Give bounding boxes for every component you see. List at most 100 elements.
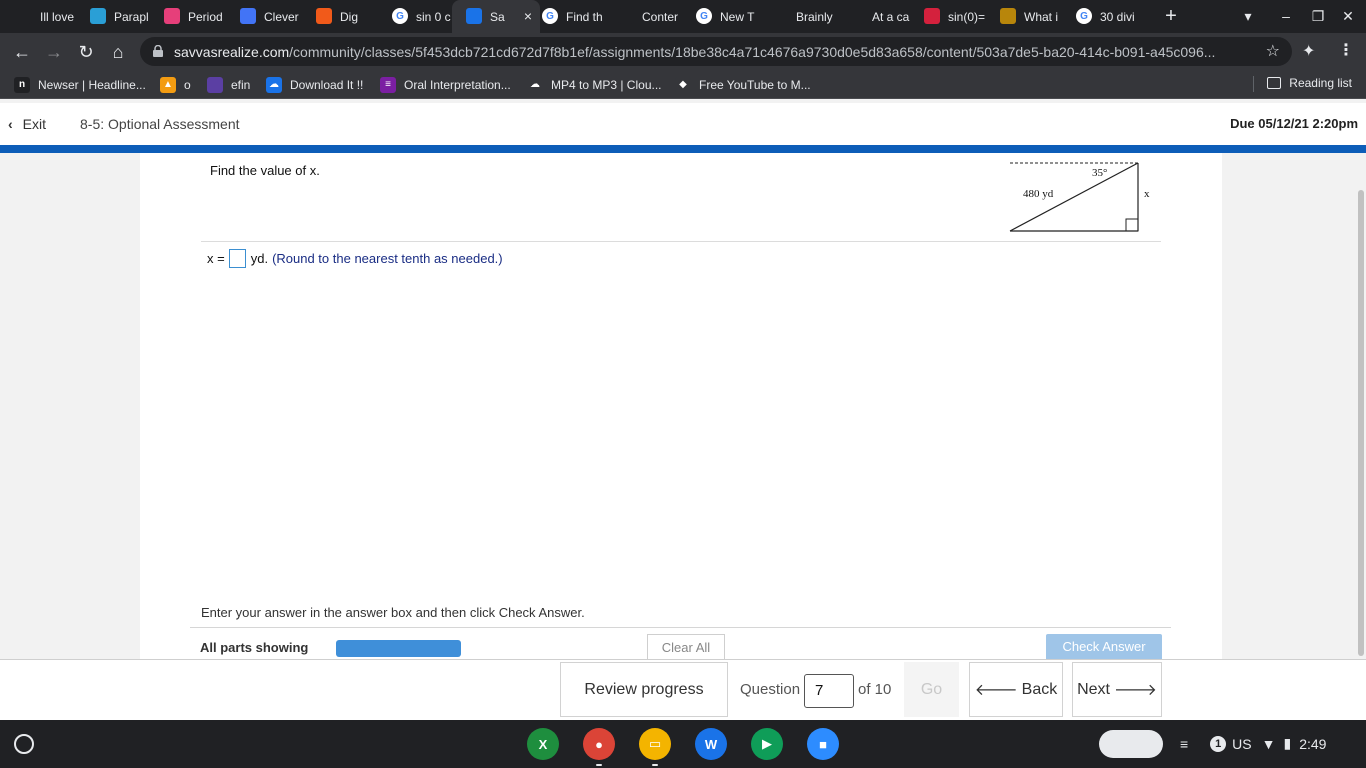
- back-arrow-icon[interactable]: ←: [10, 40, 34, 64]
- browser-tab[interactable]: Dig: [302, 0, 380, 33]
- google-icon: G: [392, 8, 408, 24]
- browser-tab[interactable]: Gsin 0 c: [378, 0, 456, 33]
- brainly-icon: [848, 8, 864, 24]
- forward-arrow-icon[interactable]: →: [42, 40, 66, 64]
- savvas-icon: [466, 8, 482, 24]
- browser-tab[interactable]: Sa ×: [452, 0, 540, 33]
- bookmark-item[interactable]: ▲ o: [160, 76, 191, 93]
- reload-icon[interactable]: ↻: [74, 40, 98, 64]
- question-number-input[interactable]: 7: [804, 674, 854, 708]
- notification-badge[interactable]: 1: [1210, 735, 1227, 752]
- clever-icon: [240, 8, 256, 24]
- bookmark-label: Oral Interpretation...: [404, 77, 511, 92]
- content-icon: [618, 8, 634, 24]
- tab-strip: + ▾ – ❐ ✕ Ill love Parapl Period Clever Dig G…: [0, 0, 1366, 33]
- browser-tab[interactable]: Parapl: [76, 0, 154, 33]
- browser-tab[interactable]: Conter: [604, 0, 682, 33]
- brainly-icon: [772, 8, 788, 24]
- bookmark-item[interactable]: ☁ MP4 to MP3 | Clou...: [527, 76, 662, 93]
- zoom-app-icon[interactable]: ■: [807, 728, 839, 760]
- battery-icon: ▮: [1283, 735, 1292, 751]
- bookmark-label: MP4 to MP3 | Clou...: [551, 77, 662, 92]
- back-button[interactable]: 🡐 Back: [969, 662, 1063, 717]
- url-text: savvasrealize.com/community/classes/5f45…: [174, 44, 1254, 60]
- reading-list-icon: [1267, 77, 1282, 89]
- bookmark-item[interactable]: ≡ Oral Interpretation...: [380, 76, 511, 93]
- browser-tab[interactable]: What i: [986, 0, 1064, 33]
- bookmark-label: Free YouTube to M...: [699, 77, 811, 92]
- exit-label: Exit: [22, 116, 47, 132]
- minimize-icon[interactable]: –: [1276, 6, 1296, 26]
- sheets-app-icon[interactable]: X: [527, 728, 559, 760]
- tab-search-icon[interactable]: ▾: [1238, 6, 1258, 26]
- bookmark-item[interactable]: efin: [207, 76, 250, 93]
- next-button[interactable]: Next 🡒: [1072, 662, 1162, 717]
- launcher-icon[interactable]: [14, 734, 34, 754]
- header-accent-bar: [0, 145, 1366, 153]
- bookmark-star-icon[interactable]: ☆: [1266, 41, 1280, 61]
- home-icon[interactable]: ⌂: [106, 40, 130, 64]
- right-gutter: [1222, 153, 1366, 659]
- chrome-app-icon[interactable]: ●: [583, 728, 615, 760]
- more-menu-icon[interactable]: ⋮: [1338, 40, 1354, 60]
- parts-progress-bar: [336, 640, 461, 657]
- list-icon: ≡: [380, 76, 396, 93]
- due-date: Due 05/12/21 2:20pm: [1230, 116, 1358, 131]
- bookmarks-bar: n Newser | Headline... ▲ o efin ☁ Download It …: [0, 70, 1366, 99]
- close-window-icon[interactable]: ✕: [1338, 6, 1358, 26]
- soundcloud-icon: [316, 8, 332, 24]
- browser-tab[interactable]: G Find th: [528, 0, 606, 33]
- bookmark-label: o: [184, 77, 191, 92]
- left-gutter: [0, 153, 140, 659]
- newser-icon: n: [14, 76, 30, 93]
- browser-tab[interactable]: G New T: [682, 0, 760, 33]
- running-indicator: [652, 764, 658, 766]
- browser-tab[interactable]: Brainly: [758, 0, 836, 33]
- media-controls-icon[interactable]: ≡: [1180, 736, 1188, 752]
- bookmark-icon: ▲: [160, 76, 176, 93]
- bookmark-icon: [207, 76, 223, 93]
- url-host: savvasrealize.com: [174, 44, 290, 60]
- phone-hub-pill[interactable]: [1099, 730, 1163, 758]
- answer-unit: yd.: [250, 251, 269, 266]
- instruction-text: Enter your answer in the answer box and …: [201, 605, 585, 620]
- arrow-left-icon: 🡐: [974, 682, 1018, 699]
- right-angle-marker: [1125, 218, 1139, 232]
- bookmark-item[interactable]: ◆ Free YouTube to M...: [675, 76, 811, 93]
- browser-tab[interactable]: At a ca: [834, 0, 912, 33]
- slides-app-icon[interactable]: ▭: [639, 728, 671, 760]
- answer-input[interactable]: [228, 249, 246, 268]
- bookmarks-divider: [1253, 76, 1254, 92]
- clear-all-button[interactable]: Clear All: [647, 634, 725, 659]
- page-scrollbar[interactable]: [1358, 190, 1364, 656]
- site-info-icon[interactable]: [152, 45, 164, 57]
- review-progress-button[interactable]: Review progress: [560, 662, 728, 717]
- hypotenuse-label: 480 yd: [1023, 188, 1054, 200]
- browser-tab[interactable]: Period: [150, 0, 228, 33]
- clock: 2:49: [1299, 735, 1327, 752]
- play-store-app-icon[interactable]: ▶: [751, 728, 783, 760]
- bookmark-item[interactable]: n Newser | Headline...: [14, 76, 146, 93]
- browser-tab[interactable]: Clever: [226, 0, 304, 33]
- reading-list-button[interactable]: Reading list: [1267, 76, 1352, 90]
- browser-tab[interactable]: sin(0)=: [910, 0, 988, 33]
- globe-icon: G: [696, 8, 712, 24]
- go-button[interactable]: Go: [904, 662, 959, 717]
- next-label: Next: [1077, 680, 1110, 698]
- system-tray[interactable]: ≡ 1 US ▼ ▮ 2:49: [1180, 735, 1326, 752]
- cloud-icon: ☁: [527, 76, 543, 93]
- check-answer-button[interactable]: Check Answer: [1046, 634, 1162, 659]
- browser-tab[interactable]: G 30 divi: [1062, 0, 1140, 33]
- browser-tab[interactable]: Ill love: [2, 0, 80, 33]
- bookmark-item[interactable]: ☁ Download It !!: [266, 76, 363, 93]
- address-bar[interactable]: savvasrealize.com/community/classes/5f45…: [140, 37, 1292, 66]
- exit-button[interactable]: ‹ Exit: [8, 116, 46, 132]
- extensions-puzzle-icon[interactable]: ✦: [1302, 41, 1315, 61]
- question-total: of 10: [858, 681, 892, 698]
- new-tab-button[interactable]: +: [1160, 5, 1182, 27]
- locale-label: US: [1232, 735, 1252, 752]
- instruction-divider: [190, 627, 1171, 628]
- restore-icon[interactable]: ❐: [1308, 6, 1328, 26]
- docs-app-icon[interactable]: W: [695, 728, 727, 760]
- wifi-icon: ▼: [1261, 735, 1276, 752]
